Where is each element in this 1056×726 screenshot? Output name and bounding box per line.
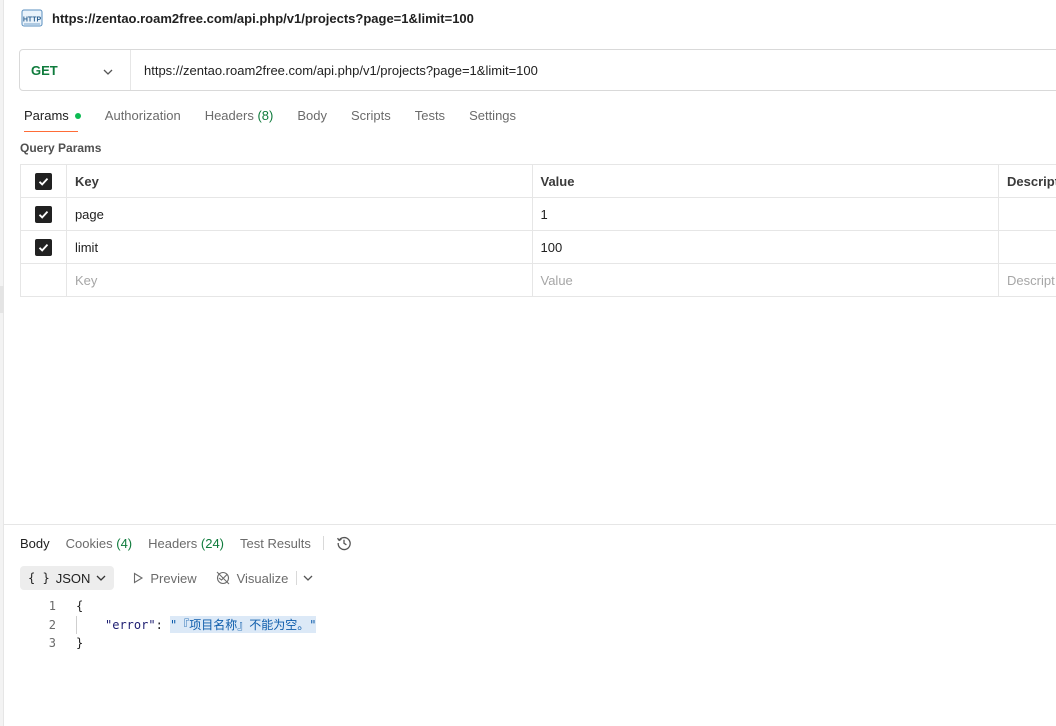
- tab-settings[interactable]: Settings: [469, 106, 516, 132]
- select-all-checkbox[interactable]: [34, 172, 52, 190]
- tab-authorization[interactable]: Authorization: [105, 106, 181, 132]
- chevron-down-icon: [96, 573, 106, 583]
- response-tab-test-results[interactable]: Test Results: [240, 536, 311, 551]
- url-bar: GET https://zentao.roam2free.com/api.php…: [19, 49, 1056, 91]
- empty-check-cell: [21, 264, 67, 296]
- request-title[interactable]: https://zentao.roam2free.com/api.php/v1/…: [52, 11, 474, 26]
- response-tab-cookies[interactable]: Cookies (4): [66, 536, 132, 551]
- sidebar-marker: [0, 286, 4, 313]
- tab-params-label: Params: [24, 108, 69, 123]
- tab-separator: [322, 536, 324, 550]
- tab-tests[interactable]: Tests: [415, 106, 445, 132]
- braces-icon: { }: [28, 571, 50, 585]
- json-string-value: "『项目名称』不能为空。": [170, 616, 317, 634]
- toolbar-separator: [296, 571, 298, 585]
- param-value-cell[interactable]: 1: [533, 198, 1000, 230]
- request-header: HTTP https://zentao.roam2free.com/api.ph…: [20, 6, 474, 30]
- new-key-input[interactable]: Key: [67, 264, 533, 296]
- request-tabs: Params Authorization Headers (8) Body Sc…: [24, 106, 540, 132]
- response-tabs: Body Cookies (4) Headers (24) Test Resul…: [20, 532, 352, 554]
- chevron-down-icon[interactable]: [303, 573, 313, 583]
- tab-body[interactable]: Body: [297, 106, 327, 132]
- column-header-value: Value: [533, 165, 1000, 197]
- url-input[interactable]: https://zentao.roam2free.com/api.php/v1/…: [131, 50, 1056, 90]
- params-active-dot: [74, 112, 81, 119]
- param-description-cell[interactable]: [999, 231, 1056, 263]
- tab-headers[interactable]: Headers (8): [205, 106, 274, 132]
- play-icon: [134, 572, 144, 584]
- table-row: limit 100: [21, 231, 1056, 264]
- http-icon: HTTP: [20, 6, 44, 30]
- response-tab-cookies-count: (4): [116, 535, 133, 551]
- param-key-cell[interactable]: page: [67, 198, 533, 230]
- visualize-icon: [216, 571, 229, 585]
- param-key-cell[interactable]: limit: [67, 231, 533, 263]
- code-line: 3 }: [20, 634, 316, 653]
- column-header-description: Descript: [999, 165, 1056, 197]
- line-number: 1: [48, 599, 56, 614]
- line-number: 2: [48, 617, 56, 632]
- method-label: GET: [31, 62, 58, 78]
- json-close-brace: }: [76, 636, 84, 651]
- response-tab-headers[interactable]: Headers (24): [148, 536, 224, 551]
- format-label: JSON: [55, 570, 91, 586]
- json-colon: :: [155, 617, 171, 632]
- header-check-cell: [21, 165, 67, 197]
- format-select[interactable]: { } JSON: [20, 566, 115, 590]
- tab-params[interactable]: Params: [24, 106, 81, 132]
- visualize-label: Visualize: [236, 570, 289, 586]
- response-tab-cookies-label: Cookies: [65, 535, 113, 551]
- row-check-cell: [21, 231, 67, 263]
- json-key: "error": [105, 617, 156, 632]
- code-line: 1 {: [20, 597, 316, 616]
- indent-guide: [76, 615, 77, 634]
- param-value-cell[interactable]: 100: [533, 231, 1000, 263]
- json-open-brace: {: [76, 599, 84, 614]
- query-params-table: Key Value Descript page 1 limit 100 Key …: [20, 164, 1056, 297]
- response-tab-headers-count: (24): [200, 535, 225, 551]
- left-sidebar-strip: [0, 0, 4, 726]
- column-header-key: Key: [67, 165, 533, 197]
- row-checkbox[interactable]: [34, 205, 52, 223]
- response-tab-body[interactable]: Body: [20, 536, 50, 551]
- row-check-cell: [21, 198, 67, 230]
- response-body-editor[interactable]: 1 { 2 "error": "『项目名称』不能为空。" 3 }: [20, 597, 317, 653]
- method-select[interactable]: GET: [20, 50, 131, 90]
- tab-headers-count: (8): [257, 108, 274, 123]
- pane-divider[interactable]: [4, 524, 1056, 525]
- query-params-label: Query Params: [20, 141, 102, 155]
- table-row: page 1: [21, 198, 1056, 231]
- preview-button[interactable]: Preview: [132, 570, 197, 586]
- code-line: 2 "error": "『项目名称』不能为空。": [20, 615, 317, 635]
- response-tab-headers-label: Headers: [148, 535, 198, 551]
- table-header-row: Key Value Descript: [21, 165, 1056, 198]
- param-description-cell[interactable]: [999, 198, 1056, 230]
- row-checkbox[interactable]: [34, 238, 52, 256]
- new-value-input[interactable]: Value: [533, 264, 1000, 296]
- table-row-empty: Key Value Descript: [21, 264, 1056, 297]
- visualize-button[interactable]: Visualize: [215, 570, 289, 586]
- preview-label: Preview: [150, 570, 197, 586]
- new-description-input[interactable]: Descript: [999, 264, 1056, 296]
- svg-text:HTTP: HTTP: [23, 17, 42, 24]
- line-number: 3: [48, 636, 56, 651]
- chevron-down-icon: [103, 65, 113, 80]
- tab-headers-label: Headers: [204, 108, 254, 123]
- history-icon[interactable]: [336, 535, 352, 551]
- response-toolbar: { } JSON Preview Visualize: [20, 566, 313, 590]
- tab-scripts[interactable]: Scripts: [351, 106, 391, 132]
